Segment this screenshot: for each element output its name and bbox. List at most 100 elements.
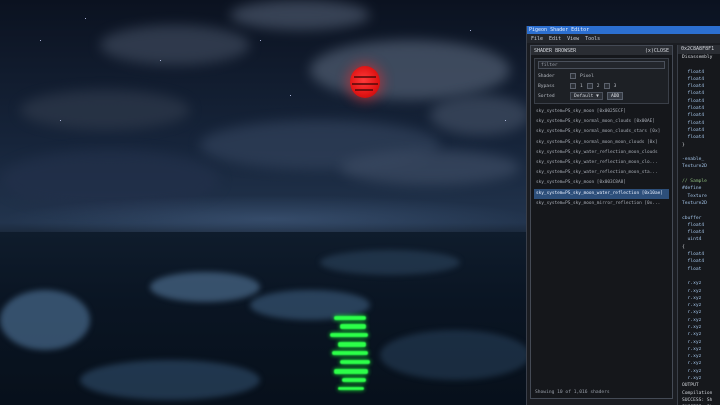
- code-line: r.xyz: [682, 310, 702, 316]
- list-item[interactable]: sky_system=PS_sky_normal_moon_clouds [0x…: [534, 117, 669, 127]
- bypass-value-2: 2: [596, 83, 600, 89]
- star: [290, 95, 291, 96]
- code-line: float4: [682, 135, 705, 141]
- code-line: float4: [682, 259, 705, 265]
- code-line: Texture2D: [682, 164, 707, 170]
- list-item[interactable]: sky_system=PS_sky_moon [0x003C8A8]: [534, 178, 669, 188]
- code-line: SUCCESS: Sh: [682, 397, 713, 403]
- code-line: float4: [682, 127, 705, 133]
- shader-count: Showing 10 of 1,016 shaders: [535, 390, 610, 395]
- star: [470, 30, 471, 31]
- cloud: [100, 25, 250, 65]
- chevron-down-icon: ▼: [596, 94, 599, 99]
- code-line: float4: [682, 113, 705, 119]
- wave-foam: [80, 360, 260, 400]
- bypass-label: Bypass: [538, 83, 555, 89]
- code-line: float4: [682, 230, 705, 236]
- tab-shader[interactable]: 0x2C8A8F8F1: [678, 45, 720, 54]
- shader-options: filter Shader Pixel Bypass 1 2 3 Sorted …: [534, 58, 669, 104]
- code-line: r.xyz: [682, 368, 702, 374]
- code-line: r.xyz: [682, 288, 702, 294]
- title-bar[interactable]: Pigeon Shader Editor: [527, 26, 720, 34]
- wave-foam: [380, 330, 530, 380]
- mode-value: Default: [574, 94, 594, 99]
- code-line: float4: [682, 252, 705, 258]
- code-line: r.xyz: [682, 295, 702, 301]
- code-line: cbuffer: [682, 215, 702, 221]
- list-item[interactable]: sky_system=PS_sky_moon_mirror_reflection…: [534, 199, 669, 209]
- code-line: Texture: [682, 193, 707, 199]
- code-line: float4: [682, 222, 705, 228]
- bypass-checkbox-1[interactable]: [570, 83, 576, 89]
- code-line: OUTPUT: [682, 383, 699, 389]
- code-line: float4: [682, 76, 705, 82]
- cloud: [430, 95, 530, 135]
- cloud: [310, 40, 510, 100]
- menu-view[interactable]: View: [567, 36, 579, 42]
- shader-browser-header: SHADER BROWSER (x)CLOSE: [531, 46, 672, 55]
- code-line: {: [682, 244, 685, 250]
- bypass-value-1: 1: [580, 83, 583, 89]
- search-input[interactable]: filter: [538, 61, 665, 69]
- code-line: r.xyz: [682, 281, 702, 287]
- code-line: // Sample: [682, 179, 707, 185]
- menu-file[interactable]: File: [531, 36, 543, 42]
- code-line: Texture2D: [682, 200, 707, 206]
- list-item[interactable]: sky_system=PS_sky_moon_water_reflection …: [534, 188, 669, 199]
- pixel-checkbox[interactable]: [570, 73, 576, 79]
- code-lines: Disassembly float4 float4 float4 float4 …: [678, 54, 720, 405]
- code-line: float: [682, 266, 702, 272]
- shader-browser-title: SHADER BROWSER: [534, 47, 577, 54]
- code-line: r.xyz: [682, 317, 702, 323]
- code-line: r.xyz: [682, 346, 702, 352]
- code-line: uint4: [682, 237, 702, 243]
- list-item[interactable]: sky_system=PS_sky_water_reflection_moon_…: [534, 158, 669, 168]
- star: [40, 40, 41, 41]
- shader-editor-window[interactable]: Pigeon Shader Editor File Edit View Tool…: [526, 26, 720, 405]
- code-line: r.xyz: [682, 376, 702, 382]
- code-line: float4: [682, 84, 705, 90]
- star: [260, 40, 261, 41]
- star: [85, 18, 86, 19]
- code-line: float4: [682, 69, 705, 75]
- horizon-glow: [0, 195, 540, 235]
- star: [505, 120, 506, 121]
- list-item[interactable]: sky_system=PS_sky_normal_moon_moon_cloud…: [534, 138, 669, 148]
- cloud: [20, 90, 190, 130]
- star: [160, 60, 161, 61]
- code-editor-panel: 0x2C8A8F8F1 Disassembly float4 float4 fl…: [677, 45, 720, 405]
- code-line: }: [682, 142, 685, 148]
- shader-label: Shader: [538, 73, 555, 79]
- list-item[interactable]: sky_system=PS_sky_water_reflection_moon_…: [534, 168, 669, 178]
- red-moon: [350, 66, 380, 98]
- code-line: float4: [682, 120, 705, 126]
- wave-foam: [0, 290, 90, 350]
- wave-foam: [320, 250, 460, 275]
- list-item[interactable]: sky_system=PS_sky_water_reflection_moon_…: [534, 148, 669, 158]
- bypass-checkbox-2[interactable]: [586, 83, 593, 89]
- menu-edit[interactable]: Edit: [549, 36, 561, 42]
- mode-dropdown[interactable]: Default ▼: [570, 92, 603, 100]
- list-item[interactable]: sky_system=PS_sky_moon [0x0025ECF]: [534, 107, 669, 117]
- menu-tools[interactable]: Tools: [585, 36, 600, 42]
- shader-list: sky_system=PS_sky_moon [0x0025ECF] sky_sy…: [534, 107, 669, 209]
- add-button[interactable]: ADD: [606, 92, 624, 100]
- list-item[interactable]: sky_system=PS_sky_normal_moon_clouds_sta…: [534, 127, 669, 137]
- code-line: #define: [682, 186, 702, 192]
- mode-label: Sorted: [538, 93, 555, 99]
- cloud: [230, 0, 370, 30]
- shader-browser-panel: SHADER BROWSER (x)CLOSE filter Shader Pi…: [530, 45, 673, 399]
- star: [60, 120, 61, 121]
- bypass-value-3: 3: [613, 83, 617, 89]
- code-line: Disassembly: [682, 55, 713, 60]
- code-line: r.xyz: [682, 354, 702, 360]
- pixel-label: Pixel: [580, 73, 594, 79]
- code-line: Compilation: [682, 390, 713, 396]
- code-line: float4: [682, 98, 705, 104]
- code-line: r.xyz: [682, 332, 702, 338]
- bypass-checkbox-3[interactable]: [603, 83, 610, 89]
- code-line: -enable_: [682, 157, 705, 163]
- close-button[interactable]: (x)CLOSE: [645, 48, 669, 54]
